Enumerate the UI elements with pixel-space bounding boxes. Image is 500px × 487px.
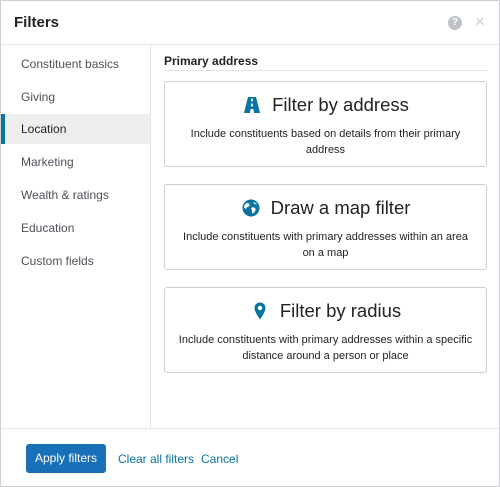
- help-circle-icon[interactable]: ?: [448, 16, 462, 30]
- card-header: Filter by address: [165, 92, 486, 118]
- sidebar-item-wealth-ratings[interactable]: Wealth & ratings: [1, 180, 150, 210]
- filter-by-radius-card[interactable]: Filter by radius Include constituents wi…: [164, 287, 487, 373]
- card-header: Draw a map filter: [165, 195, 486, 221]
- card-title: Draw a map filter: [270, 197, 411, 218]
- filters-dialog: Filters ? × Constituent basics Giving Lo…: [0, 0, 500, 487]
- section-title: Primary address: [164, 54, 259, 68]
- section-divider: [164, 70, 487, 71]
- filter-category-sidebar: Constituent basics Giving Location Marke…: [1, 45, 151, 428]
- dialog-title: Filters: [14, 14, 60, 31]
- draw-map-filter-card[interactable]: Draw a map filter Include constituents w…: [164, 184, 487, 270]
- cancel-link[interactable]: Cancel: [201, 452, 238, 466]
- card-title: Filter by address: [272, 94, 409, 115]
- map-pin-icon: [254, 302, 266, 320]
- close-icon[interactable]: ×: [472, 13, 488, 31]
- card-description: Include constituents with primary addres…: [178, 334, 473, 362]
- sidebar-item-label: Custom fields: [21, 254, 94, 268]
- sidebar-item-custom-fields[interactable]: Custom fields: [1, 246, 150, 276]
- dialog-footer: Apply filters Clear all filters Cancel: [1, 428, 499, 486]
- sidebar-item-marketing[interactable]: Marketing: [1, 147, 150, 177]
- sidebar-item-giving[interactable]: Giving: [1, 82, 150, 112]
- sidebar-item-label: Education: [21, 221, 75, 235]
- card-description: Include constituents based on details fr…: [190, 128, 461, 156]
- filter-by-address-card[interactable]: Filter by address Include constituents b…: [164, 81, 487, 167]
- sidebar-item-label: Wealth & ratings: [21, 188, 109, 202]
- globe-icon: [242, 199, 260, 217]
- card-header: Filter by radius: [165, 298, 486, 324]
- card-description: Include constituents with primary addres…: [183, 231, 468, 259]
- sidebar-item-constituent-basics[interactable]: Constituent basics: [1, 49, 150, 79]
- sidebar-item-label: Constituent basics: [21, 57, 120, 71]
- sidebar-item-location[interactable]: Location: [1, 114, 150, 144]
- dialog-header: Filters ? ×: [1, 1, 499, 45]
- sidebar-item-label: Location: [21, 122, 67, 136]
- filter-options-panel: Primary address Filter by address Includ…: [151, 45, 499, 428]
- card-title: Filter by radius: [279, 300, 402, 321]
- road-icon: [244, 97, 261, 113]
- sidebar-item-label: Marketing: [21, 155, 74, 169]
- apply-filters-button[interactable]: Apply filters: [26, 444, 106, 473]
- clear-all-filters-link[interactable]: Clear all filters: [118, 452, 194, 466]
- sidebar-item-label: Giving: [21, 90, 56, 104]
- sidebar-item-education[interactable]: Education: [1, 213, 150, 243]
